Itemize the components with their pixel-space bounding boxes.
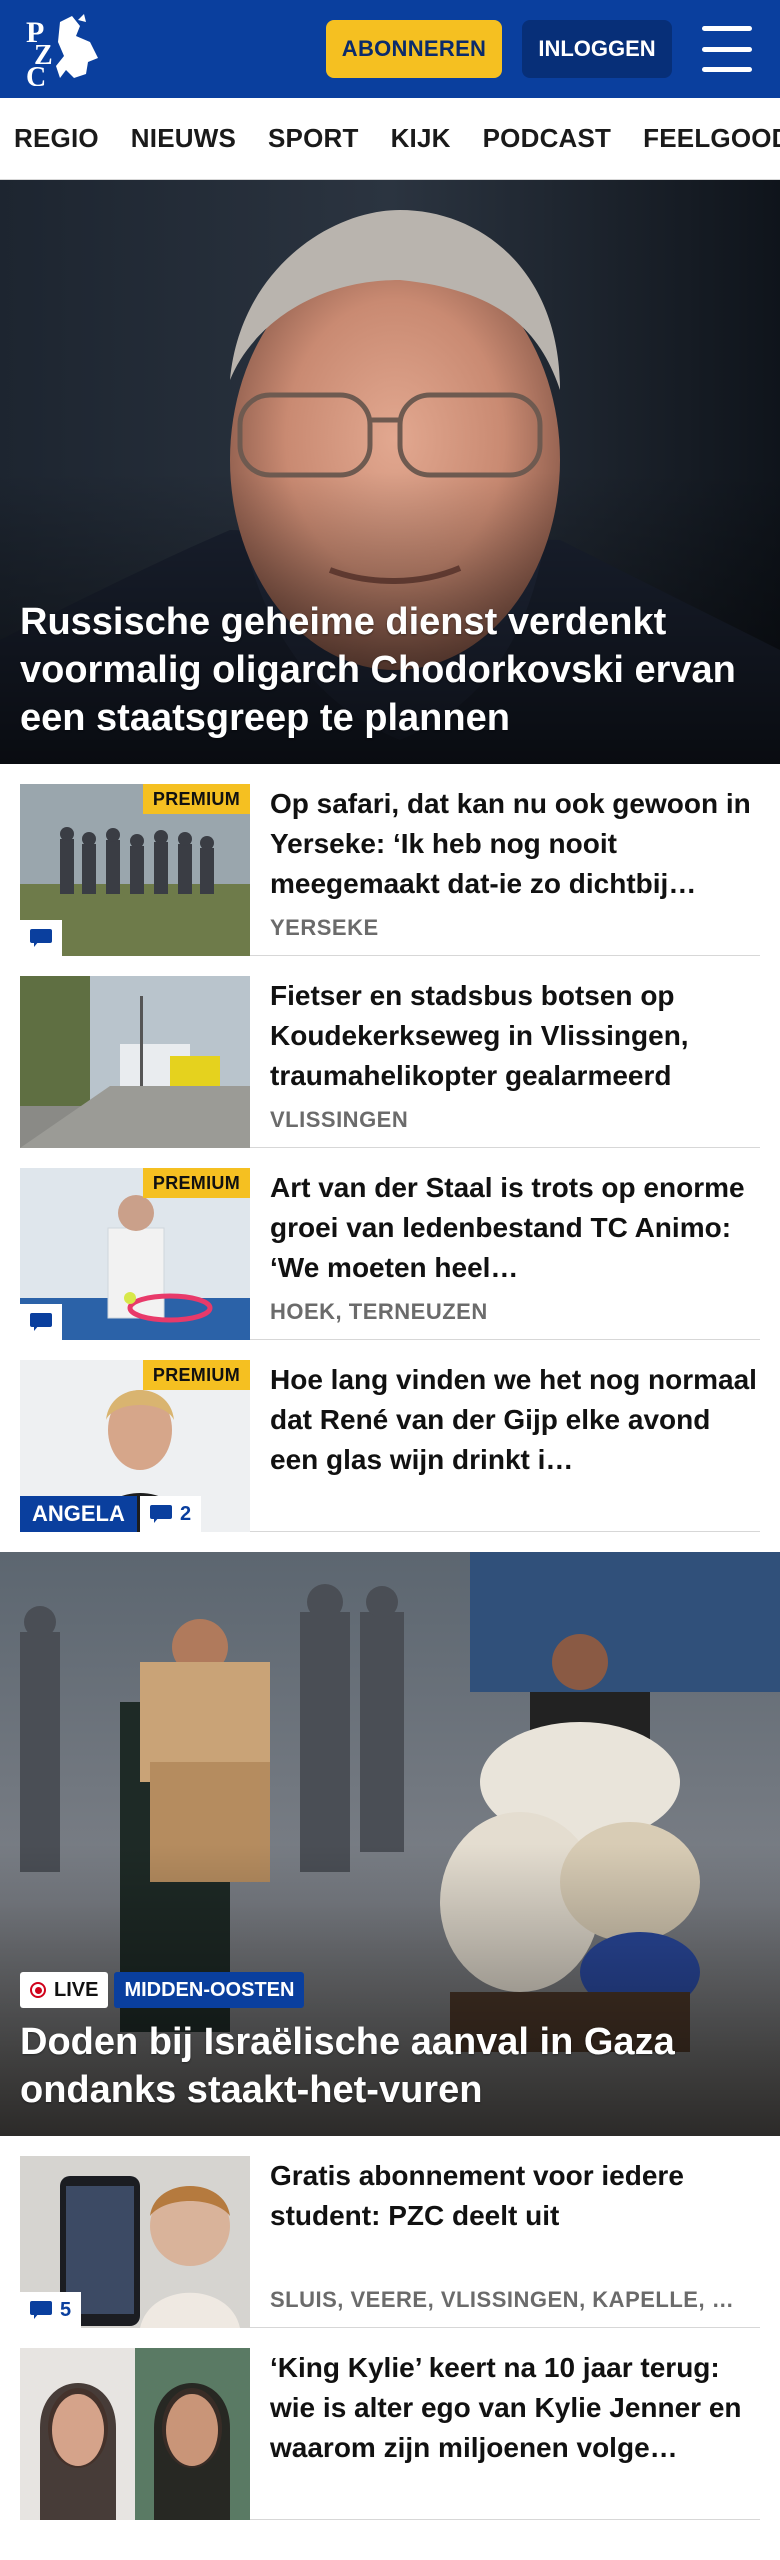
site-header: P Z C ABONNEREN INLOGGEN <box>0 0 780 98</box>
list-item[interactable]: Fietser en stadsbus botsen op Koudekerks… <box>20 956 760 1148</box>
list-item[interactable]: PREMIUM Op safari, dat kan nu ook gewoon… <box>20 764 760 956</box>
comment-count[interactable] <box>20 1304 62 1340</box>
hero-headline[interactable]: Russische geheime dienst verdenkt voorma… <box>20 598 760 742</box>
hero-article-live[interactable]: LIVE MIDDEN-OOSTEN Doden bij Israëlische… <box>0 1552 780 2136</box>
article-thumbnail[interactable]: PREMIUM <box>20 1168 250 1340</box>
comment-count-value: 2 <box>180 1502 192 1525</box>
pzc-logo[interactable]: P Z C <box>20 9 112 89</box>
hero-article[interactable]: Russische geheime dienst verdenkt voorma… <box>0 180 780 764</box>
hero-tags: LIVE MIDDEN-OOSTEN <box>20 1972 305 2008</box>
live-label: LIVE <box>54 1978 99 2001</box>
article-thumbnail[interactable]: PREMIUM ANGELA 2 <box>20 1360 250 1532</box>
article-thumbnail[interactable] <box>20 2348 250 2520</box>
subscribe-button[interactable]: ABONNEREN <box>326 20 502 78</box>
list-item[interactable]: PREMIUM ANGELA 2 Hoe lang vinden we het … <box>20 1340 760 1532</box>
comment-icon <box>30 1313 52 1331</box>
article-thumbnail[interactable]: PREMIUM <box>20 784 250 956</box>
comment-icon <box>30 929 52 947</box>
nav-item-nieuws[interactable]: NIEUWS <box>131 123 268 154</box>
list-item[interactable]: PREMIUM Art van der Staal is trots op en… <box>20 1148 760 1340</box>
premium-badge: PREMIUM <box>142 1168 250 1198</box>
login-button[interactable]: INLOGGEN <box>522 20 672 78</box>
list-item[interactable]: 5 Gratis abonnement voor iedere student:… <box>20 2136 760 2328</box>
section-tag[interactable]: MIDDEN-OOSTEN <box>114 1972 305 2008</box>
svg-text:C: C <box>26 62 46 86</box>
article-title[interactable]: Op safari, dat kan nu ook gewoon in Yers… <box>270 784 760 904</box>
columnist-tag[interactable]: ANGELA <box>20 1496 137 1532</box>
comment-count[interactable] <box>20 920 62 956</box>
hamburger-menu-icon[interactable] <box>702 26 752 72</box>
article-location: HOEK, TERNEUZEN <box>270 1299 488 1324</box>
section-nav: REGIO NIEUWS SPORT KIJK PODCAST FEELGOOD… <box>0 98 780 180</box>
article-thumbnail[interactable] <box>20 976 250 1148</box>
comment-count[interactable]: 2 <box>140 1496 202 1532</box>
article-list: 5 Gratis abonnement voor iedere student:… <box>0 2136 780 2520</box>
nav-item-regio[interactable]: REGIO <box>14 123 131 154</box>
premium-badge: PREMIUM <box>142 1360 250 1390</box>
article-title[interactable]: Hoe lang vinden we het nog normaal dat R… <box>270 1360 760 1480</box>
article-title[interactable]: Gratis abonnement voor iedere student: P… <box>270 2156 760 2236</box>
comment-icon <box>30 2301 52 2319</box>
nav-item-podcast[interactable]: PODCAST <box>483 123 644 154</box>
article-title[interactable]: Art van der Staal is trots op enorme gro… <box>270 1168 760 1288</box>
article-location: VLISSINGEN <box>270 1107 409 1132</box>
article-title[interactable]: Fietser en stadsbus botsen op Koudekerks… <box>270 976 760 1096</box>
nav-item-feelgood[interactable]: FEELGOOD <box>643 123 780 154</box>
article-list: PREMIUM Op safari, dat kan nu ook gewoon… <box>0 764 780 1532</box>
hero-headline[interactable]: Doden bij Israëlische aanval in Gaza ond… <box>20 2018 760 2114</box>
live-badge: LIVE <box>20 1972 109 2008</box>
article-location: YERSEKE <box>270 915 379 940</box>
nav-item-kijk[interactable]: KIJK <box>391 123 483 154</box>
article-title[interactable]: ‘King Kylie’ keert na 10 jaar terug: wie… <box>270 2348 760 2468</box>
premium-badge: PREMIUM <box>142 784 250 814</box>
article-location: SLUIS, VEERE, VLISSINGEN, KAPELLE, … <box>270 2287 735 2312</box>
live-dot-icon <box>30 1982 46 1998</box>
comment-count-value: 5 <box>60 2298 72 2321</box>
list-item[interactable]: ‘King Kylie’ keert na 10 jaar terug: wie… <box>20 2328 760 2520</box>
comment-count[interactable]: 5 <box>20 2292 82 2328</box>
article-thumbnail[interactable]: 5 <box>20 2156 250 2328</box>
comment-icon <box>150 1505 172 1523</box>
nav-item-sport[interactable]: SPORT <box>268 123 391 154</box>
